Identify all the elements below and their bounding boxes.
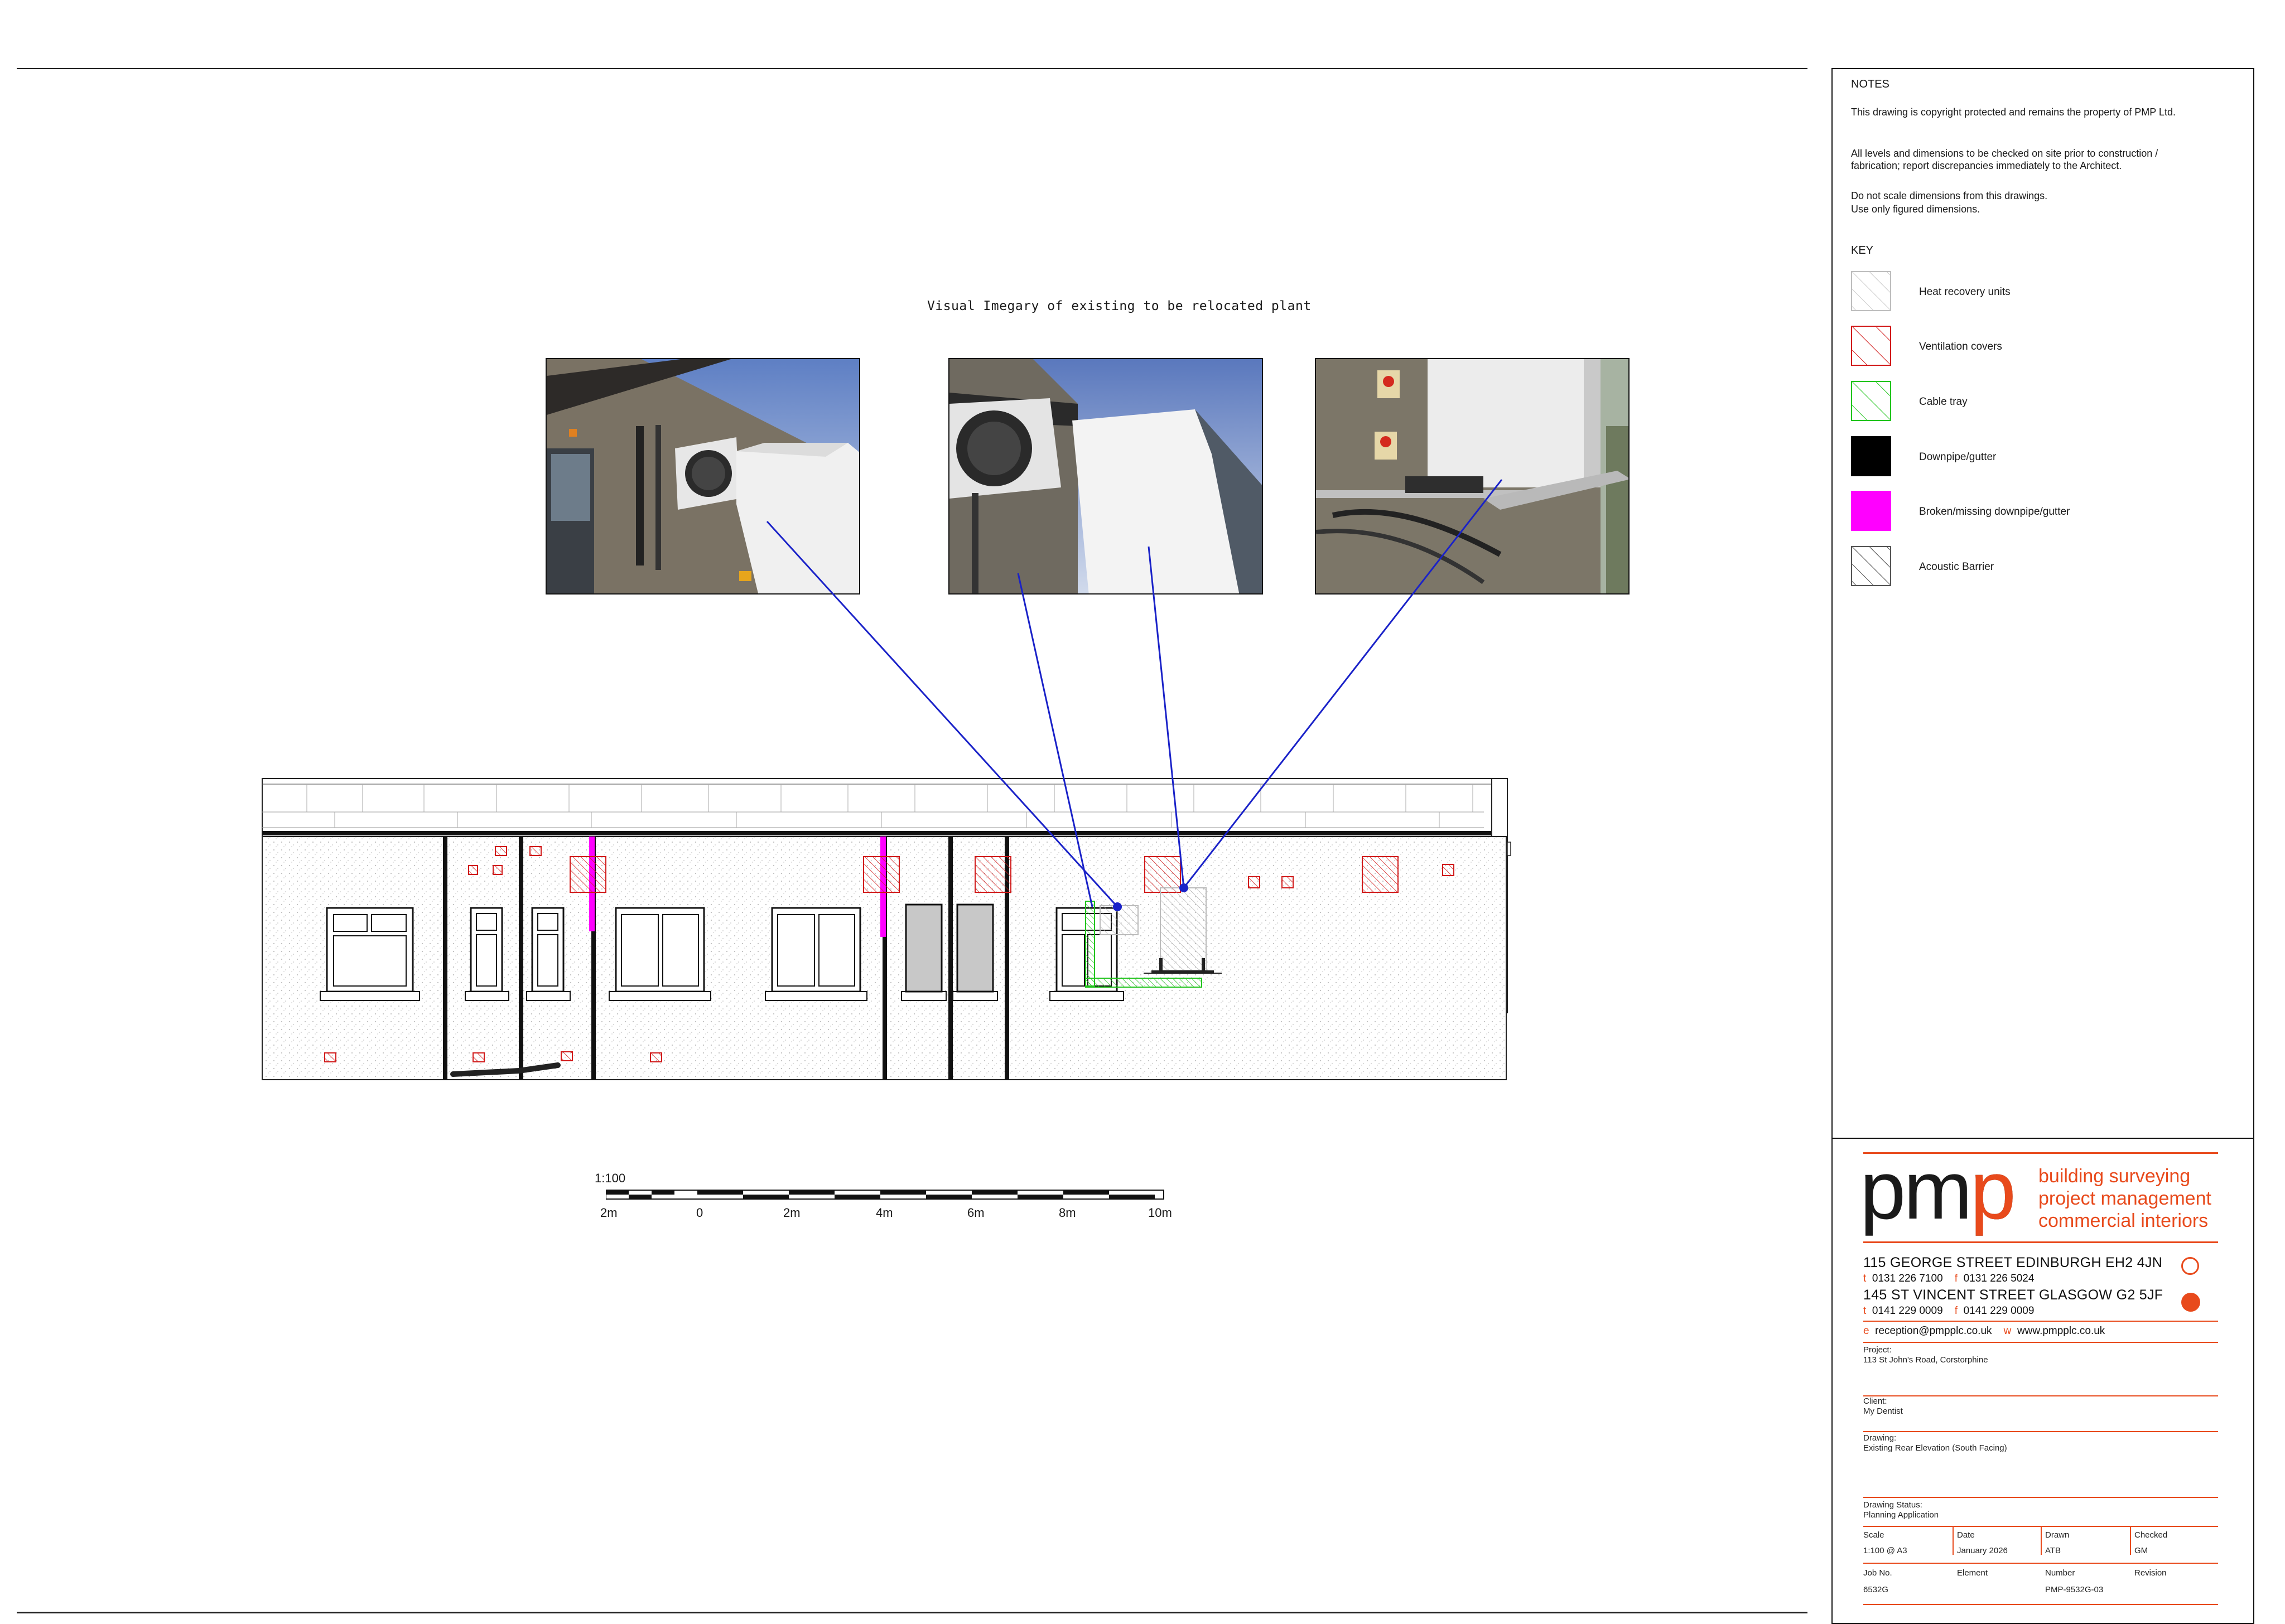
number-value: PMP-9532G-03	[2045, 1585, 2104, 1594]
client-value: My Dentist	[1863, 1406, 1903, 1416]
edinburgh-address: 115 GEORGE STREET EDINBURGH EH2 4JN	[1863, 1255, 2163, 1270]
key-swatch-ventilation	[1851, 326, 1891, 366]
photo-plant-1-image	[547, 359, 859, 593]
key-label-broken-downpipe: Broken/missing downpipe/gutter	[1919, 506, 2070, 518]
tb-rule-scale	[1863, 1563, 2218, 1564]
photo-plant-1	[546, 358, 860, 594]
key-label-acoustic-barrier: Acoustic Barrier	[1919, 561, 1994, 573]
glasgow-f: 0141 229 0009	[1963, 1305, 2035, 1317]
key-swatch-downpipe	[1851, 436, 1891, 476]
scale-bar	[606, 1190, 1164, 1200]
tb-rule-address	[1863, 1321, 2218, 1322]
web-link[interactable]: www.pmpplc.co.uk	[2017, 1325, 2105, 1337]
key-label-cable-tray: Cable tray	[1919, 396, 1968, 408]
tb-rule-logo	[1863, 1241, 2218, 1243]
note-scale-1: Do not scale dimensions from this drawin…	[1851, 190, 2048, 201]
hatch-grey-icon	[1852, 272, 1890, 310]
checked-value: GM	[2134, 1546, 2148, 1555]
element-label: Element	[1957, 1568, 1988, 1578]
jobno-label: Job No.	[1863, 1568, 1892, 1578]
bottom-sheet-rule-visible	[17, 1612, 1807, 1613]
glasgow-t-prefix: t	[1863, 1305, 1867, 1317]
edinburgh-marker-icon	[2181, 1257, 2199, 1275]
client-label: Client:	[1863, 1396, 1887, 1406]
scale-label: Scale	[1863, 1530, 1884, 1540]
edinburgh-f-prefix: f	[1954, 1273, 1958, 1284]
key-label-downpipe: Downpipe/gutter	[1919, 451, 1997, 463]
photo-plant-2	[948, 358, 1263, 594]
status-value: Planning Application	[1863, 1510, 1939, 1520]
scale-tick-neg2: 2m	[600, 1206, 618, 1220]
key-swatch-acoustic-barrier	[1851, 546, 1891, 586]
pmp-logo: pmp	[1860, 1144, 2016, 1236]
edinburgh-t-prefix: t	[1863, 1273, 1867, 1284]
date-label: Date	[1957, 1530, 1975, 1540]
tb-col-divider-2	[2041, 1526, 2042, 1555]
drawn-value: ATB	[2045, 1546, 2061, 1555]
key-label-heat-recovery: Heat recovery units	[1919, 286, 2011, 298]
rear-elevation-drawing	[262, 778, 1511, 1080]
note-levels: All levels and dimensions to be checked …	[1851, 148, 2158, 171]
notes-heading: NOTES	[1851, 78, 1889, 90]
glasgow-t: 0141 229 0009	[1872, 1305, 1943, 1317]
drawn-label: Drawn	[2045, 1530, 2070, 1540]
notes-panel	[1831, 68, 2254, 1139]
scale-value: 1:100 @ A3	[1863, 1546, 1907, 1555]
email-prefix: e	[1863, 1325, 1869, 1337]
edinburgh-t: 0131 226 7100	[1872, 1273, 1943, 1284]
revision-label: Revision	[2134, 1568, 2167, 1578]
hatch-red-icon	[1852, 327, 1890, 365]
tb-bottom-rule	[1863, 1604, 2218, 1605]
key-swatch-broken-downpipe	[1851, 491, 1891, 531]
photo-plant-3	[1315, 358, 1630, 594]
photo-plant-2-image	[949, 359, 1262, 593]
key-swatch-cable-tray	[1851, 381, 1891, 421]
scale-tick-10: 10m	[1148, 1206, 1172, 1220]
drawing-value: Existing Rear Elevation (South Facing)	[1863, 1443, 2007, 1453]
scale-tick-6: 6m	[967, 1206, 985, 1220]
scale-tick-4: 4m	[876, 1206, 893, 1220]
number-label: Number	[2045, 1568, 2075, 1578]
key-label-ventilation: Ventilation covers	[1919, 341, 2002, 352]
tb-rule-project	[1863, 1395, 2218, 1396]
glasgow-address: 145 ST VINCENT STREET GLASGOW G2 5JF	[1863, 1287, 2163, 1303]
scale-ratio: 1:100	[595, 1171, 626, 1185]
hatch-green-icon	[1852, 382, 1890, 420]
hatch-dark-icon	[1852, 547, 1890, 585]
glasgow-phone: t 0141 229 0009 f 0141 229 0009	[1863, 1305, 2034, 1317]
tb-rule-contact	[1863, 1342, 2218, 1343]
tb-col-divider-1	[1953, 1526, 1954, 1555]
jobno-value: 6532G	[1863, 1585, 1889, 1594]
project-value: 113 St John's Road, Corstorphine	[1863, 1355, 1988, 1365]
visual-imagery-title: Visual Imegary of existing to be relocat…	[927, 299, 1312, 313]
date-value: January 2026	[1957, 1546, 2008, 1555]
tagline-3: commercial interiors	[2038, 1210, 2209, 1231]
tagline-1: building surveying	[2038, 1166, 2191, 1187]
tb-rule-client	[1863, 1431, 2218, 1432]
scale-tick-0: 0	[696, 1206, 703, 1220]
note-scale-2: Use only figured dimensions.	[1851, 204, 1980, 215]
top-sheet-rule	[17, 68, 1807, 69]
email-link[interactable]: reception@pmpplc.co.uk	[1875, 1325, 1992, 1337]
tb-rule-drawing	[1863, 1497, 2218, 1498]
scale-tick-2: 2m	[783, 1206, 801, 1220]
note-copyright: This drawing is copyright protected and …	[1851, 107, 2176, 118]
tb-col-divider-3	[2130, 1526, 2131, 1555]
glasgow-f-prefix: f	[1954, 1305, 1958, 1317]
key-swatch-heat-recovery	[1851, 271, 1891, 311]
contact-line: e reception@pmpplc.co.uk w www.pmpplc.co…	[1863, 1325, 2105, 1337]
tagline-2: project management	[2038, 1188, 2211, 1209]
project-label: Project:	[1863, 1345, 1892, 1355]
glasgow-marker-icon	[2181, 1293, 2200, 1312]
edinburgh-phone: t 0131 226 7100 f 0131 226 5024	[1863, 1273, 2034, 1285]
edinburgh-f: 0131 226 5024	[1963, 1273, 2035, 1284]
web-prefix: w	[2003, 1325, 2012, 1337]
photo-plant-3-image	[1316, 359, 1628, 593]
status-label: Drawing Status:	[1863, 1500, 1922, 1510]
drawing-label: Drawing:	[1863, 1433, 1897, 1443]
scale-tick-8: 8m	[1059, 1206, 1076, 1220]
key-heading: KEY	[1851, 244, 1874, 257]
checked-label: Checked	[2134, 1530, 2168, 1540]
